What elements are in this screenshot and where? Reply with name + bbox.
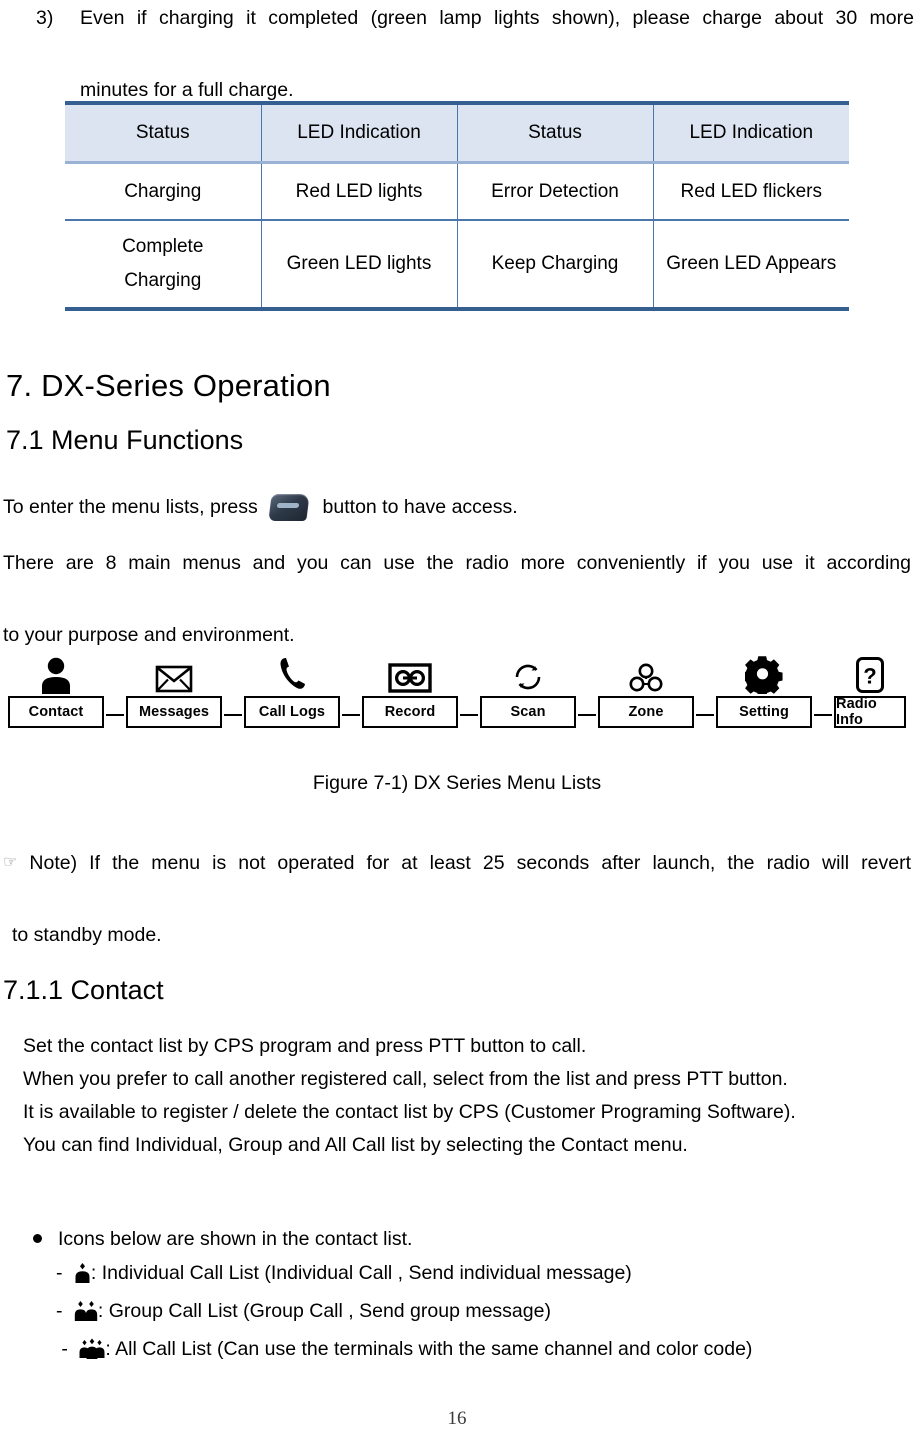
chapter-heading: 7. DX-Series Operation xyxy=(6,368,331,403)
note-block: ☞ Note) If the menu is not operated for … xyxy=(3,845,911,953)
cell-red-led-lights: Red LED lights xyxy=(260,162,458,221)
menu-node-setting[interactable]: Setting xyxy=(716,640,812,740)
group-people-icon xyxy=(74,1298,98,1332)
pointing-hand-icon: ☞ xyxy=(3,854,18,871)
connector-line xyxy=(814,714,832,716)
radio-menu-button-icon xyxy=(267,492,313,522)
menu-node-call-logs[interactable]: Call Logs xyxy=(244,640,340,740)
three-circles-icon xyxy=(598,640,694,696)
cell-green-led-appears: Green LED Appears xyxy=(652,220,849,311)
note-line-1-text: Note) If the menu is not operated for at… xyxy=(29,852,912,874)
table-header-cell-status-1: Status xyxy=(65,101,262,164)
menu-node-contact[interactable]: Contact xyxy=(8,640,104,740)
contact-line-4: You can find Individual, Group and All C… xyxy=(23,1134,688,1156)
subsection-heading: 7.1.1 Contact xyxy=(3,975,164,1005)
cell-complete-charging-line-1: Complete xyxy=(122,236,204,257)
connector-line xyxy=(696,714,714,716)
menu-label-messages: Messages xyxy=(126,696,222,728)
connector-line xyxy=(460,714,478,716)
menu-label-scan: Scan xyxy=(480,696,576,728)
individual-call-text: : Individual Call List (Individual Call … xyxy=(90,1262,632,1284)
menu-label-record: Record xyxy=(362,696,458,728)
cell-red-led-flickers: Red LED flickers xyxy=(652,162,849,221)
figure-caption: Figure 7-1) DX Series Menu Lists xyxy=(312,772,602,794)
list-item: - : All Call List (Can use the terminals… xyxy=(28,1332,908,1370)
stray-dot-artifact xyxy=(236,631,238,634)
menu-node-radio-info[interactable]: ? Radio Info xyxy=(834,640,906,740)
menu-label-zone: Zone xyxy=(598,696,694,728)
list-item: - : Individual Call List (Individual Cal… xyxy=(28,1256,908,1294)
cassette-tape-icon xyxy=(362,640,458,696)
eight-menus-line-1: There are 8 main menus and you can use t… xyxy=(3,552,911,574)
cell-complete-charging: Complete Charging xyxy=(65,220,262,311)
menu-enter-paragraph: To enter the menu lists, press button to… xyxy=(3,492,518,522)
connector-line xyxy=(224,714,242,716)
connector-line xyxy=(578,714,596,716)
menu-enter-text-before: To enter the menu lists, press xyxy=(3,496,258,518)
cell-green-led-lights: Green LED lights xyxy=(260,220,458,311)
menu-node-scan[interactable]: Scan xyxy=(480,640,576,740)
item3-line-1: Even if charging it completed (green lam… xyxy=(80,7,914,29)
svg-text:?: ? xyxy=(863,664,876,689)
table-header-row: Status LED Indication Status LED Indicat… xyxy=(65,101,849,164)
contact-icons-list: Icons below are shown in the contact lis… xyxy=(28,1222,908,1370)
menu-label-contact: Contact xyxy=(8,696,104,728)
menu-node-zone[interactable]: Zone xyxy=(598,640,694,740)
all-call-text: : All Call List (Can use the terminals w… xyxy=(105,1338,753,1360)
section-heading: 7.1 Menu Functions xyxy=(6,425,244,455)
cell-complete-charging-line-2: Charging xyxy=(124,270,202,291)
gear-icon xyxy=(716,640,812,696)
envelope-icon xyxy=(126,640,222,696)
page-number: 16 xyxy=(447,1408,467,1429)
menu-enter-text-after: button to have access. xyxy=(322,496,518,518)
document-page: 3) Even if charging it completed (green … xyxy=(0,0,914,1456)
question-mark-icon: ? xyxy=(834,640,906,696)
contact-line-3: It is available to register / delete the… xyxy=(23,1101,796,1123)
menu-flow-diagram: Contact Messages Call Logs Record Scan Z… xyxy=(8,631,906,740)
bullet-heading-text: Icons below are shown in the contact lis… xyxy=(58,1228,413,1250)
table-header-cell-led-2: LED Indication xyxy=(652,101,849,164)
numbered-item-3: 3) Even if charging it completed (green … xyxy=(36,0,914,108)
bullet-heading-row: Icons below are shown in the contact lis… xyxy=(28,1222,908,1256)
menu-label-call-logs: Call Logs xyxy=(244,696,340,728)
dash-marker: - xyxy=(61,1338,68,1360)
contact-line-1: Set the contact list by CPS program and … xyxy=(23,1035,587,1057)
table-header-cell-status-2: Status xyxy=(456,101,654,164)
contact-line-2: When you prefer to call another register… xyxy=(23,1068,788,1090)
note-line-2: to standby mode. xyxy=(12,924,162,946)
contact-description: Set the contact list by CPS program and … xyxy=(23,1030,903,1162)
eight-menus-paragraph: There are 8 main menus and you can use t… xyxy=(3,545,911,653)
table-row: Complete Charging Green LED lights Keep … xyxy=(65,220,849,311)
phone-handset-icon xyxy=(244,640,340,696)
group-call-text: : Group Call List (Group Call , Send gro… xyxy=(97,1300,551,1322)
list-item: - : Group Call List (Group Call , Send g… xyxy=(28,1294,908,1332)
cell-error-detection: Error Detection xyxy=(456,162,654,221)
individual-person-icon xyxy=(74,1260,91,1294)
table-header-cell-led-1: LED Indication xyxy=(260,101,458,164)
note-line-1: ☞ Note) If the menu is not operated for … xyxy=(3,845,911,917)
numbered-item-3-body: Even if charging it completed (green lam… xyxy=(80,0,914,108)
led-status-table: Status LED Indication Status LED Indicat… xyxy=(65,101,849,311)
cell-charging: Charging xyxy=(65,162,262,221)
bullet-dot-icon xyxy=(33,1234,42,1243)
list-marker: 3) xyxy=(36,7,54,29)
menu-label-radio-info: Radio Info xyxy=(834,696,906,728)
refresh-cycle-icon xyxy=(480,640,576,696)
dash-marker: - xyxy=(56,1300,63,1322)
connector-line xyxy=(342,714,360,716)
menu-label-setting: Setting xyxy=(716,696,812,728)
table-row: Charging Red LED lights Error Detection … xyxy=(65,162,849,221)
cell-keep-charging: Keep Charging xyxy=(456,220,654,311)
all-call-people-icon xyxy=(79,1336,105,1370)
dash-marker: - xyxy=(56,1262,63,1284)
menu-node-record[interactable]: Record xyxy=(362,640,458,740)
connector-line xyxy=(106,714,124,716)
person-icon xyxy=(8,640,104,696)
menu-node-messages[interactable]: Messages xyxy=(126,640,222,740)
